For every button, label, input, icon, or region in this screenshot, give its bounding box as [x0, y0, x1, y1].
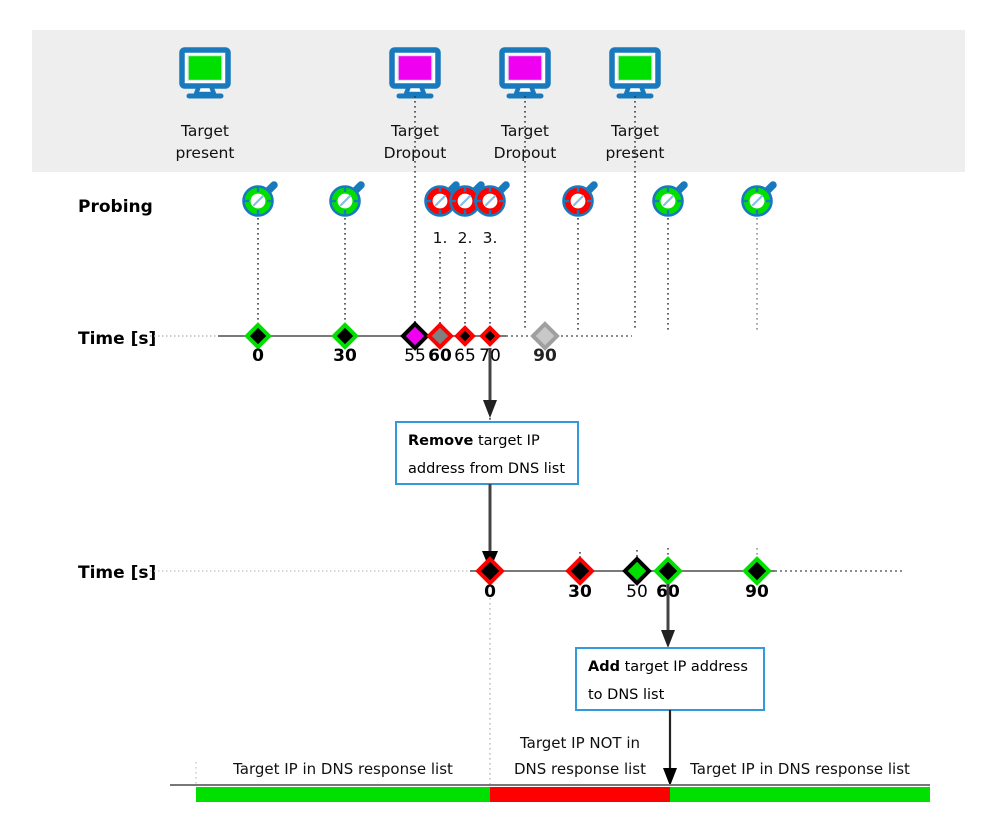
header-event-label-line2: present — [176, 144, 235, 162]
status-bar-label-line1: Target IP NOT in — [519, 734, 640, 752]
monitor-stand — [193, 83, 217, 97]
timeline-marker[interactable] — [400, 321, 430, 351]
add-box-line2: to DNS list — [588, 687, 665, 703]
monitor-stand — [623, 83, 647, 97]
probe-index-label: 3. — [483, 229, 498, 247]
probe-index-label: 1. — [433, 229, 448, 247]
timeline-marker[interactable] — [244, 322, 272, 350]
status-bar-segment — [670, 787, 930, 802]
timeline-tick-label: 30 — [333, 346, 357, 366]
timeline-marker[interactable] — [479, 325, 501, 347]
timeline-marker[interactable] — [622, 556, 652, 586]
remove-box-strong: Remove — [408, 433, 474, 449]
status-bar-group: Target IP in DNS response list Target IP … — [196, 734, 930, 802]
stopwatch-icon[interactable] — [242, 181, 278, 217]
add-to-status-head — [663, 768, 677, 786]
remove-arrow-head — [483, 400, 497, 418]
add-box-rest: target IP address — [620, 659, 748, 675]
timeline-tick-label: 65 — [454, 346, 476, 366]
stopwatch-icon[interactable] — [652, 181, 688, 217]
timeline-marker[interactable] — [742, 556, 772, 586]
status-bar-segment — [490, 787, 670, 802]
stopwatch-icon[interactable] — [741, 181, 777, 217]
monitor-screen — [617, 54, 653, 82]
status-bar-label-line2: Target IP in DNS response list — [232, 760, 453, 778]
timeline-top-marks: 0305560657090 — [244, 321, 560, 366]
timeline-tick-label: 0 — [252, 346, 264, 366]
remove-box-line1: Remove target IP — [408, 433, 540, 449]
monitor-screen — [187, 54, 223, 82]
diagram-root: Target present Target Dropout Target Dropout T… — [0, 0, 1000, 818]
header-event-label-line1: Target — [180, 122, 229, 140]
timeline-tick-label: 90 — [533, 346, 557, 366]
diagram-canvas: TargetpresentTargetDropoutTargetDropoutT… — [32, 30, 965, 802]
timeline-tick-label: 30 — [568, 582, 592, 602]
timeline-marker[interactable] — [530, 321, 560, 351]
timeline-tick-label: 60 — [428, 346, 452, 366]
probing-label: Probing — [78, 197, 153, 217]
status-bar-segment — [196, 787, 490, 802]
timeline-tick-label: 0 — [484, 582, 496, 602]
monitor-stand — [403, 83, 427, 97]
status-bar-label-line2: Target IP in DNS response list — [689, 760, 910, 778]
stopwatch-icon[interactable] — [562, 181, 598, 217]
add-arrow-head — [661, 630, 675, 648]
probe-index-label: 2. — [458, 229, 473, 247]
timeline-top-label: Time [s] — [78, 329, 156, 349]
stopwatch-icon[interactable] — [474, 181, 510, 217]
probing-group: 1. 2. 3. — [242, 181, 777, 247]
timeline-bottom-label: Time [s] — [78, 563, 156, 583]
timeline-tick-label: 50 — [626, 582, 648, 602]
timeline-marker[interactable] — [653, 556, 683, 586]
stopwatch-icon[interactable] — [329, 181, 365, 217]
timeline-marker[interactable] — [331, 322, 359, 350]
timeline-marker[interactable] — [475, 556, 505, 586]
timeline-tick-label: 55 — [404, 346, 426, 366]
add-box-line1: Add target IP address — [588, 659, 748, 675]
monitor-screen — [397, 54, 433, 82]
remove-box-line2: address from DNS list — [408, 461, 565, 477]
timeline-marker[interactable] — [454, 325, 476, 347]
remove-box-rest: target IP — [473, 433, 540, 449]
status-bar-label-line2: DNS response list — [514, 760, 646, 778]
timeline-bottom-marks: 030506090 — [475, 556, 772, 602]
add-box-strong: Add — [588, 659, 620, 675]
monitor-screen — [507, 54, 543, 82]
monitor-stand — [513, 83, 537, 97]
timeline-tick-label: 90 — [745, 582, 769, 602]
timeline-marker[interactable] — [565, 556, 595, 586]
timeline-marker[interactable] — [426, 322, 454, 350]
